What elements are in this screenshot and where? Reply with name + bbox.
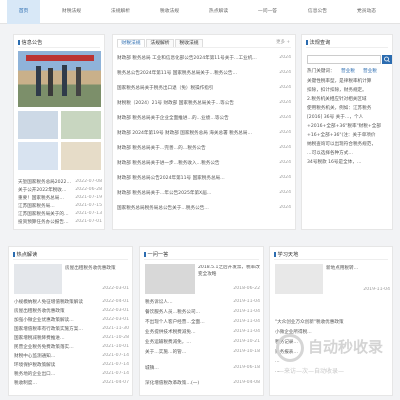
list-item[interactable]: 财政部 税务总局公告2024年第11号 国家税务总局… 2024 [117, 175, 291, 182]
query-help-line: 关键性税率型，是律税率机计算 [307, 79, 372, 84]
list-item[interactable]: 民营企业税务免费政策落实… 2021-10-01 [14, 344, 129, 351]
learn-feature-title[interactable]: 新地点用税转… [326, 265, 390, 272]
list-item[interactable]: 江苏国家税务局… 2021-07-15 [18, 203, 102, 210]
hot-keywords: 热门关键词： 营业税 营业税 [307, 68, 377, 74]
nav-notices[interactable]: 信息公告 [301, 0, 334, 24]
query-help-line: +2016+全部+36"税率"财税+全部 [307, 124, 381, 129]
list-item[interactable]: 财税中心监测通知… 2021-07-14 [14, 353, 129, 360]
notice-thumb-3[interactable] [18, 142, 58, 170]
nav-fiscal-laws[interactable]: 财税法规 [55, 0, 88, 24]
list-item[interactable]: 财政部 税务总局 工业和信息化部公告2024年第11号关于…工业机… 2024 [117, 55, 291, 62]
watermark-logo-icon [276, 334, 304, 362]
list-item[interactable]: 财政部 2024年第19号 财政部 国家税务总局 海关总署 税务总局… 2024 [117, 130, 291, 137]
query-help-line: 2.税务机关相应针对相关区域 [307, 97, 367, 102]
list-item[interactable]: 房屋出租税务收优惠政策 2022-03-01 [14, 308, 129, 315]
list-item[interactable]: 财政部 税务总局关于…完善…的…税务公告 2024 [117, 145, 291, 152]
law-query-card: 法规查询 热门关键词： 营业税 营业税 关键性税率型，是律税率机计算 扣除，扣计… [301, 34, 393, 230]
nav-home[interactable]: 首页 [7, 0, 40, 24]
nav-law-analysis[interactable]: 法规解析 [104, 0, 137, 24]
list-item[interactable]: 环境保护税政策解读 2021-07-14 [14, 362, 129, 369]
list-item[interactable]: 国家增值税率有行政策实施方案… 2021-11-30 [14, 326, 129, 333]
search-icon [384, 56, 390, 63]
list-item[interactable]: 重要！国家税务总局… 2021-07-19 [18, 195, 102, 202]
list-item[interactable]: 税收制度… 2021-04-07 [14, 380, 129, 387]
qa-title: 一问一答 [144, 251, 169, 258]
notice-card: 信息公告 天堑国家税务总局2022年… 2022-07-08 关于公开2022年税… [13, 34, 105, 230]
learn-title: 学习天地 [274, 251, 299, 258]
list-item[interactable]: 关于公开2022年税收… 2022-06-28 [18, 187, 102, 194]
list-item[interactable]: 国家税务总局税务局总公告关于…税务公告… 2024 [117, 205, 291, 212]
search-button[interactable] [382, 55, 392, 64]
list-item[interactable]: 江苏国家税务局关于的… 2021-07-13 [18, 211, 102, 218]
list-item[interactable]: 税务诉讼人… 2019-11-04 [145, 299, 260, 306]
notice-thumb-1[interactable] [18, 111, 58, 139]
list-item[interactable]: 深化增值税改革政策…(一) 2019-04-08 [145, 380, 260, 387]
list-item[interactable]: 财政部 税务总局关于…年公告2025年第X届… 2024 [117, 190, 291, 197]
list-item[interactable]: 业务运输税费减免，… 2019-10-21 [145, 339, 260, 346]
learn-feature-image[interactable] [275, 264, 323, 294]
learn-feature-date: 2019-11-04 [363, 287, 390, 292]
list-item[interactable]: 财税税（2024）21号 财政部 国家税务总局关于…等公告 2024 [117, 100, 291, 107]
nav-party[interactable]: 党员动态 [350, 0, 383, 24]
tab-tax-laws[interactable]: 税收法规 [175, 39, 203, 47]
law-search-input[interactable] [307, 55, 381, 64]
notice-photo[interactable] [18, 51, 101, 107]
list-item[interactable]: 城镇… 2019-06-18 [145, 365, 260, 372]
list-item[interactable]: 财政部 税务总局关于企业全面推进…的…业绩…等公告 2024 [117, 115, 291, 122]
list-item[interactable]: 业务提供技术税费减免… 2019-11-04 [145, 329, 260, 336]
hot-feature-title[interactable]: 房屋出租税务收优惠政策 [65, 265, 129, 272]
tab-law-analysis[interactable]: 法规解析 [146, 39, 174, 47]
query-help-line: 34号税款 16号是全体，… [307, 160, 362, 165]
query-help-line: …可以选择各种方式… [307, 151, 353, 156]
list-item[interactable]: 税务地的企业出口… 2021-07-14 [14, 371, 129, 378]
tab-fiscal-laws[interactable]: 财税法规 [117, 39, 145, 47]
list-item[interactable]: 餐饮服务人员…税务公司… 2019-11-04 [145, 309, 260, 316]
query-help-line: 扣除，扣计扣除，财务规定。 [307, 88, 367, 93]
list-item[interactable]: 关于…实施…的管… 2019-10-18 [145, 349, 260, 356]
qa-feature-title[interactable]: 2018.5.1之后开发票，税率改变全攻略 [198, 265, 260, 279]
list-item[interactable]: 财政部 税务总局关于进一步…税务收入…税务公告 2024 [117, 160, 291, 167]
query-help-line: +16+全部+36"(注：关于单项价 [307, 133, 376, 138]
list-item[interactable]: 国家税务总局关于税务出口退（免）税操作指引 2024 [117, 85, 291, 92]
list-item[interactable]: 天堑国家税务总局2022年… 2022-07-08 [18, 179, 102, 186]
qa-card: 一问一答 2018.5.1之后开发票，税率改变全攻略 2018-06-22 税务… [139, 246, 264, 396]
list-item[interactable]: 不出现个人客户经营…全面… 2019-11-04 [145, 319, 260, 326]
nav-qa[interactable]: 一问一答 [251, 0, 284, 24]
hot-feature-date: 2022-03-01 [102, 286, 129, 291]
hot-feature-image[interactable] [14, 264, 62, 294]
list-item[interactable]: 加强小微企业优惠政策解读… 2022-03-01 [14, 317, 129, 324]
nav-tax-laws[interactable]: 税收法规 [153, 0, 186, 24]
nav-hot-topics[interactable]: 热点解读 [202, 0, 235, 24]
hot-title: 热点解读 [13, 251, 38, 258]
list-item[interactable]: 投资预算任务办公报告… 2021-07-01 [18, 219, 102, 226]
hot-topics-card: 热点解读 房屋出租税务收优惠政策 2022-03-01 小规模纳税人免征增值税政… [8, 246, 133, 396]
watermark-subtext: —来访—次—自动收录— [278, 368, 345, 375]
list-item[interactable]: 国家增税减税降费推进… 2021-10-28 [14, 335, 129, 342]
laws-tabs-card: 财税法规 法规解析 税收法规 更多 + 财政部 税务总局 工业和信息化部公告20… [112, 34, 296, 230]
qa-feature-date: 2018-06-22 [233, 286, 260, 291]
list-item[interactable]: 小规模纳税人免征增值税政策解读 2022-04-01 [14, 299, 129, 306]
notice-title: 信息公告 [18, 39, 43, 46]
qa-feature-image[interactable] [145, 264, 195, 294]
watermark-text: 自动秒收录 [308, 338, 384, 356]
keyword-link[interactable]: 营业税 [341, 68, 355, 74]
keyword-link[interactable]: 营业税 [363, 68, 377, 74]
query-help-line: 使用税务机关，例如：江苏税务 [307, 106, 372, 111]
list-item[interactable]: 税务总公告2024年第11号 国家税务总局关于…税务公告… 2024 [117, 70, 291, 77]
query-help-line: [2016] 36号 关于…，个人 [307, 115, 364, 120]
query-help-line: 纳税查询可以出现符合税务规范， [307, 142, 376, 147]
more-link[interactable]: 更多 + [276, 39, 290, 45]
query-title: 法规查询 [306, 39, 331, 46]
notice-thumb-2[interactable] [61, 111, 101, 139]
notice-thumb-4[interactable] [61, 142, 101, 170]
top-nav: 首页 财税法规 法规解析 税收法规 热点解读 一问一答 信息公告 党员动态 [0, 0, 400, 24]
list-item[interactable]: "大众创业万众创新"税收优惠政策 [275, 319, 390, 326]
